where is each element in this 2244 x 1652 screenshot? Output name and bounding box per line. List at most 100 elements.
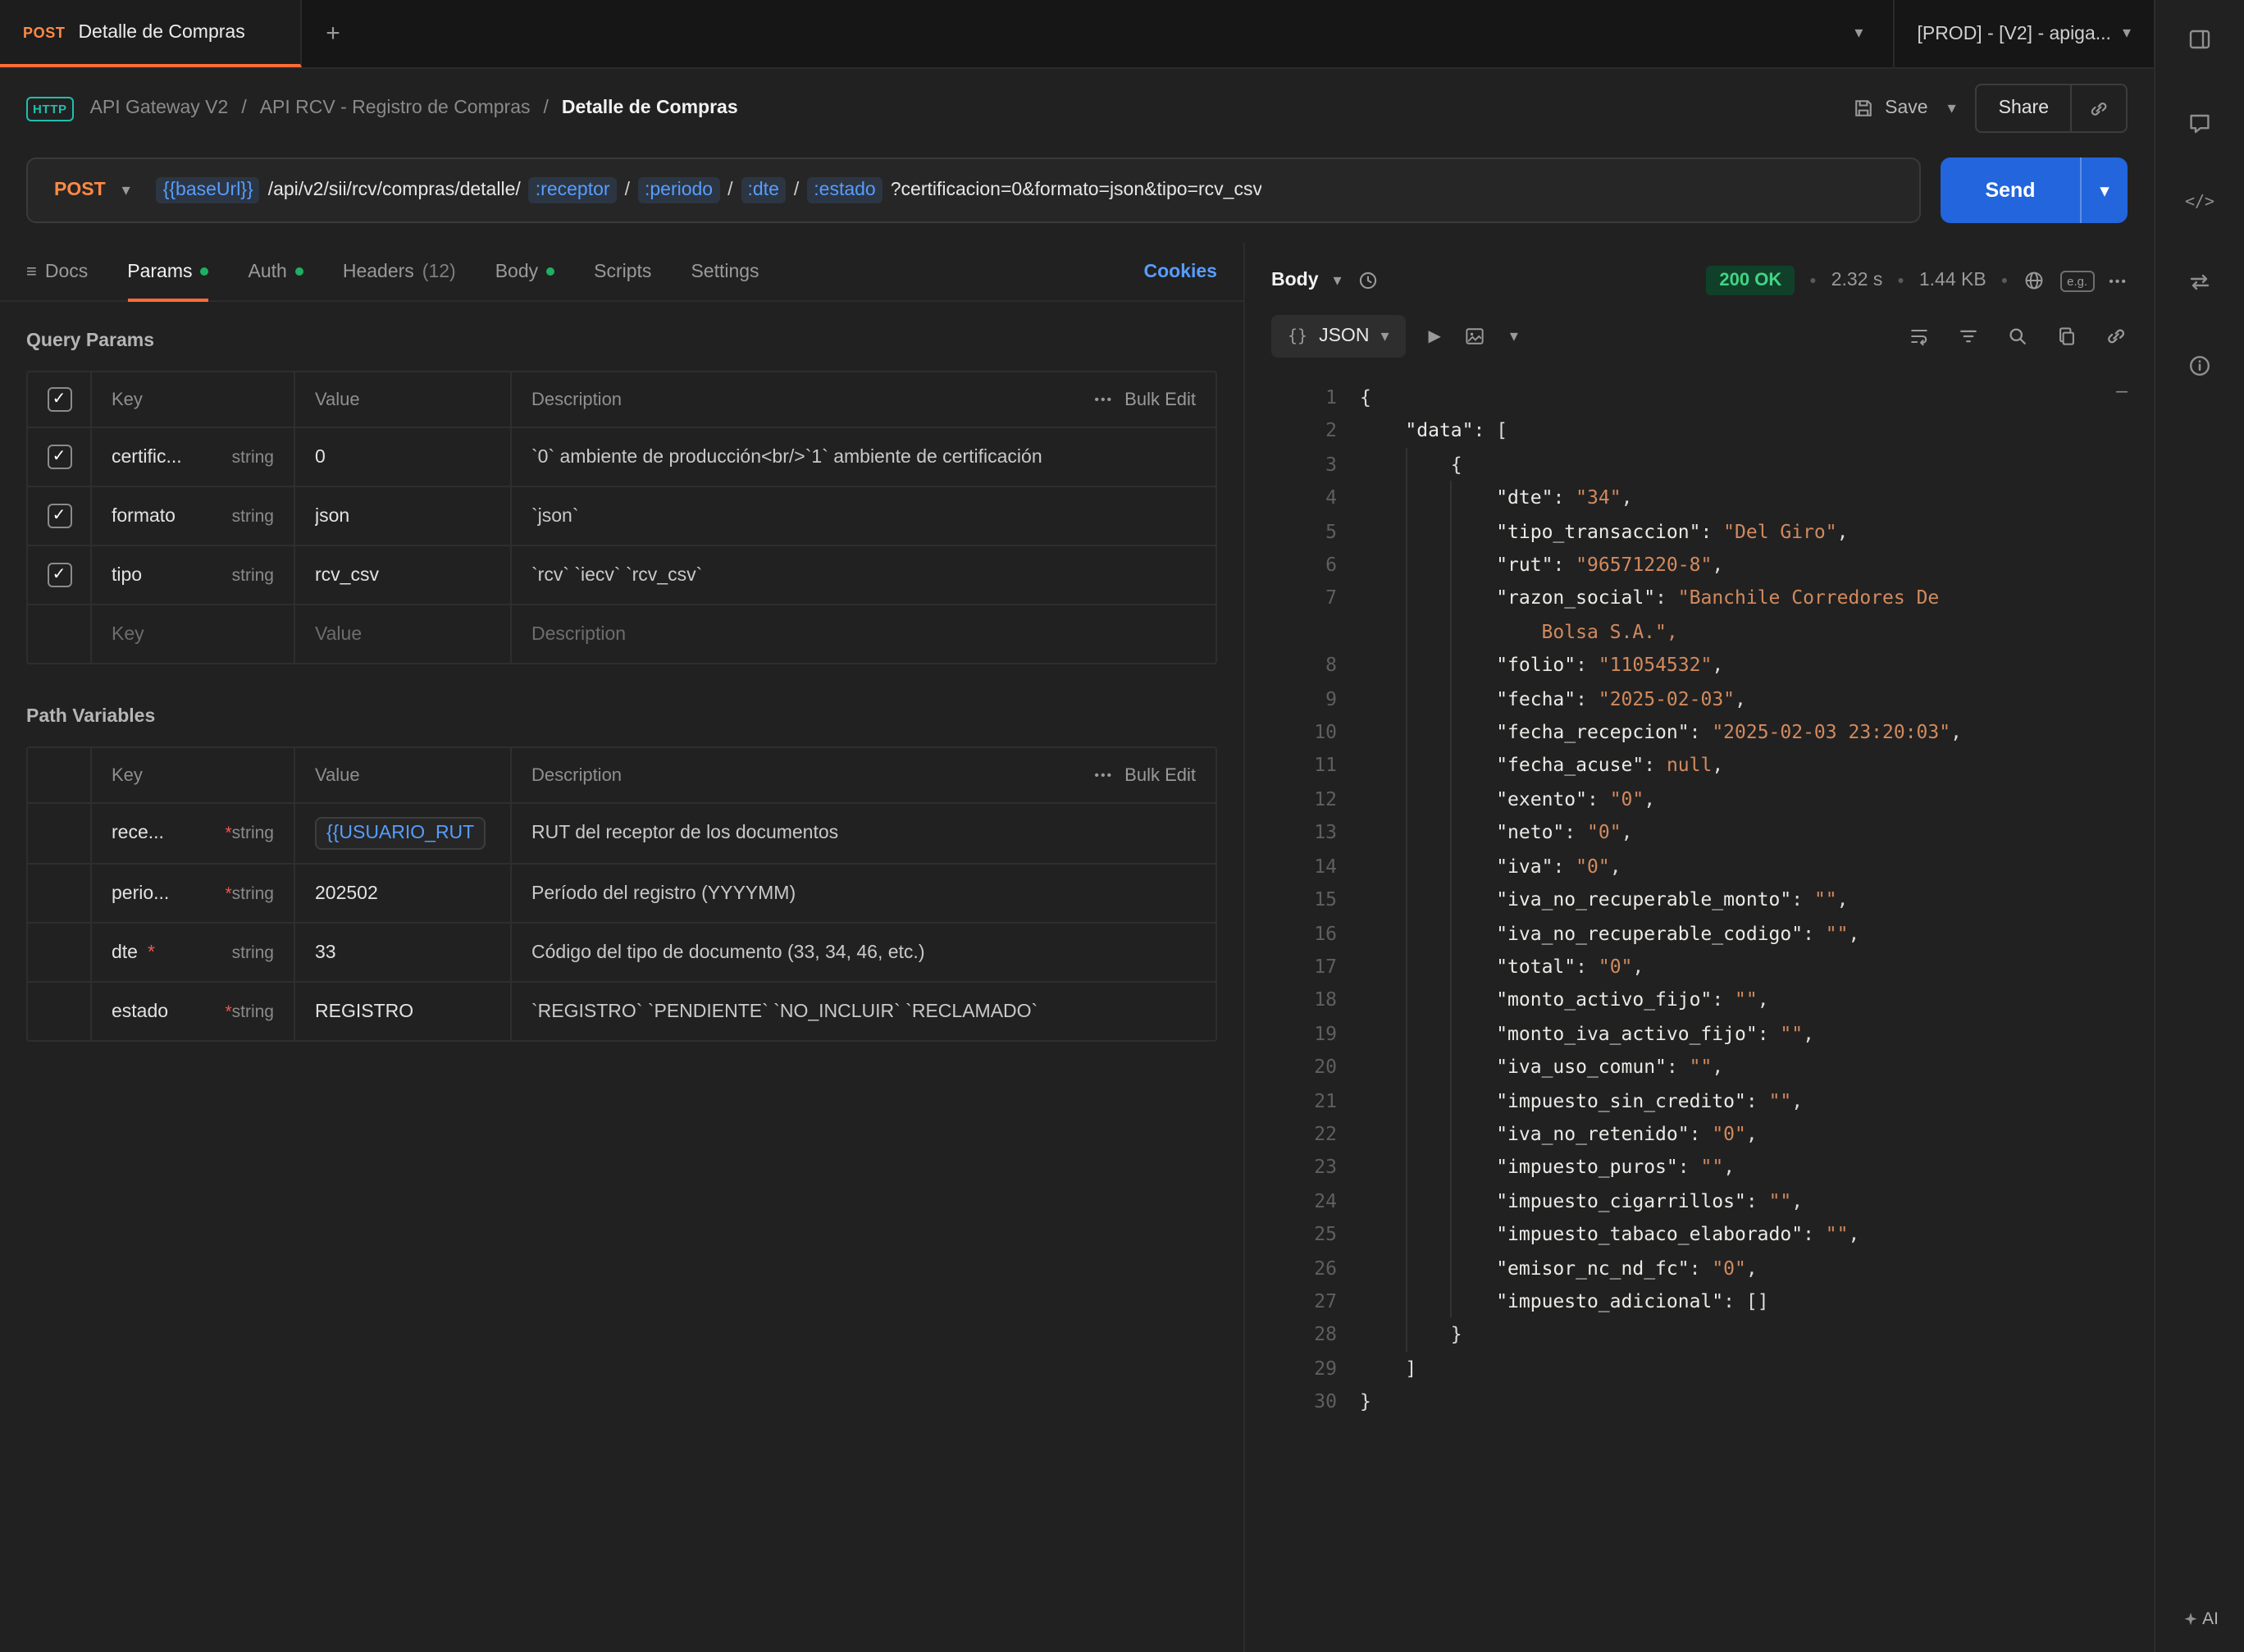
documentation-panel-icon[interactable] (2187, 26, 2213, 52)
tab-label: Body (495, 262, 538, 281)
param-description-cell[interactable]: Código del tipo de documento (33, 34, 46… (510, 924, 1216, 981)
code-line: 2 "data": [ (1245, 414, 2154, 448)
checkbox-checked[interactable]: ✓ (47, 563, 71, 587)
breadcrumb-item[interactable]: Detalle de Compras (562, 98, 738, 118)
preview-image-icon[interactable] (1464, 325, 1487, 348)
format-selector[interactable]: {} JSON ▾ (1271, 315, 1406, 358)
param-value-cell[interactable]: json (294, 487, 510, 545)
method-selector[interactable]: POST (28, 180, 122, 200)
code-snippet-icon[interactable]: </> (2185, 194, 2214, 212)
environment-selector[interactable]: [PROD] - [V2] - apiga... ▾ (1892, 0, 2154, 67)
related-requests-icon[interactable] (2187, 269, 2213, 295)
param-key-cell[interactable]: perio...*string (90, 865, 294, 922)
line-number: 2 (1245, 414, 1337, 448)
breadcrumb-item[interactable]: API Gateway V2 (90, 98, 229, 118)
tab-body[interactable]: Body (495, 243, 554, 300)
info-icon[interactable] (2187, 353, 2213, 379)
line-number: 18 (1245, 983, 1337, 1017)
bulk-edit-button[interactable]: •••Bulk Edit (1094, 765, 1196, 785)
param-description-cell[interactable]: `json` (510, 487, 1216, 545)
response-body-selector[interactable]: Body (1271, 271, 1319, 290)
response-time[interactable]: 2.32 s (1831, 271, 1883, 290)
url-bar: POST ▾ {{baseUrl}}/api/v2/sii/rcv/compra… (26, 157, 1921, 223)
param-key-cell[interactable]: Key (90, 605, 294, 663)
param-value-cell[interactable]: 0 (294, 428, 510, 486)
globe-icon[interactable] (2023, 269, 2046, 292)
link-icon[interactable] (2105, 325, 2128, 348)
more-options-icon[interactable]: ••• (2109, 273, 2128, 288)
tab-auth[interactable]: Auth (249, 243, 303, 300)
comments-icon[interactable] (2187, 110, 2213, 136)
collapse-response-icon[interactable]: — (2116, 374, 2128, 408)
search-icon[interactable] (2006, 325, 2029, 348)
param-description-cell[interactable]: `rcv` `iecv` `rcv_csv` (510, 546, 1216, 604)
variable-value-chip[interactable]: {{USUARIO_RUT (315, 817, 486, 850)
copy-icon[interactable] (2055, 325, 2078, 348)
cookies-link[interactable]: Cookies (1144, 262, 1218, 281)
save-options-chevron-icon[interactable]: ▾ (1948, 99, 1956, 117)
column-header-value: Value (294, 372, 510, 427)
checkbox-checked[interactable]: ✓ (47, 445, 71, 469)
preview-options-chevron-icon[interactable]: ▾ (1510, 327, 1518, 345)
line-text: "data": [ (1337, 414, 1507, 448)
param-value-cell[interactable]: 202502 (294, 865, 510, 922)
param-description-cell[interactable]: RUT del receptor de los documentos (510, 804, 1216, 863)
tab-docs[interactable]: ≡Docs (26, 243, 88, 300)
param-description-cell[interactable]: Período del registro (YYYYMM) (510, 865, 1216, 922)
save-button[interactable]: Save (1852, 97, 1927, 120)
send-options-button[interactable]: ▾ (2080, 157, 2128, 223)
line-number: 3 (1245, 448, 1337, 481)
example-icon[interactable]: e.g. (2060, 270, 2094, 291)
response-body-json[interactable]: — 1{2 "data": [3 {4 "dte": "34",5 "tipo_… (1245, 371, 2154, 1652)
tab-params[interactable]: Params (127, 243, 208, 300)
tab-method-label: POST (23, 24, 65, 40)
param-value-cell[interactable]: {{USUARIO_RUT (294, 804, 510, 863)
dots-icon: ••• (1094, 392, 1113, 407)
param-key-cell[interactable]: estado*string (90, 983, 294, 1040)
send-button[interactable]: Send (1941, 157, 2080, 223)
param-key-cell[interactable]: formatostring (90, 487, 294, 545)
param-value: json (315, 506, 349, 526)
tab-scripts[interactable]: Scripts (594, 243, 651, 300)
share-button[interactable]: Share (1977, 98, 2070, 118)
param-value-cell[interactable]: rcv_csv (294, 546, 510, 604)
bulk-edit-button[interactable]: •••Bulk Edit (1094, 390, 1196, 409)
ai-assistant-button[interactable]: AI (2181, 1609, 2219, 1629)
param-description-cell[interactable]: `0` ambiente de producción<br/>`1` ambie… (510, 428, 1216, 486)
param-key: formato (112, 506, 176, 526)
wrap-text-icon[interactable] (1908, 325, 1931, 348)
checkbox-checked[interactable]: ✓ (47, 387, 71, 412)
checkbox-checked[interactable]: ✓ (47, 504, 71, 528)
breadcrumb-item[interactable]: API RCV - Registro de Compras (260, 98, 531, 118)
param-key-cell[interactable]: tipostring (90, 546, 294, 604)
tab-list-dropdown[interactable]: ▾ (1825, 0, 1892, 67)
filter-icon[interactable] (1957, 325, 1980, 348)
tab-settings[interactable]: Settings (691, 243, 759, 300)
param-key-cell[interactable]: certific...string (90, 428, 294, 486)
new-tab-button[interactable]: + (302, 0, 364, 67)
param-key-cell[interactable]: rece...*string (90, 804, 294, 863)
param-type-label: string (232, 447, 274, 467)
chevron-down-icon: ▾ (2123, 25, 2131, 43)
line-text: } (1337, 1318, 1462, 1352)
param-key-cell[interactable]: dte*string (90, 924, 294, 981)
line-text: { (1337, 381, 1371, 414)
line-number: 9 (1245, 682, 1337, 715)
response-history-icon[interactable] (1357, 269, 1380, 292)
request-tab[interactable]: POST Detalle de Compras (0, 0, 302, 67)
param-description-cell[interactable]: Description (510, 605, 1216, 663)
line-number: 26 (1245, 1251, 1337, 1285)
url-input[interactable]: {{baseUrl}}/api/v2/sii/rcv/compras/detal… (157, 177, 1262, 203)
list-icon: ≡ (26, 262, 37, 281)
response-size[interactable]: 1.44 KB (1919, 271, 1986, 290)
status-badge[interactable]: 200 OK (1706, 266, 1795, 295)
method-chevron-icon[interactable]: ▾ (122, 181, 130, 199)
tab-headers[interactable]: Headers(12) (343, 243, 456, 300)
param-value-cell[interactable]: Value (294, 605, 510, 663)
visualize-play-icon[interactable]: ▶ (1429, 327, 1441, 345)
param-value-cell[interactable]: 33 (294, 924, 510, 981)
code-line: 29 ] (1245, 1352, 2154, 1385)
param-value-cell[interactable]: REGISTRO (294, 983, 510, 1040)
param-description-cell[interactable]: `REGISTRO` `PENDIENTE` `NO_INCLUIR` `REC… (510, 983, 1216, 1040)
copy-link-icon[interactable] (2072, 98, 2126, 119)
